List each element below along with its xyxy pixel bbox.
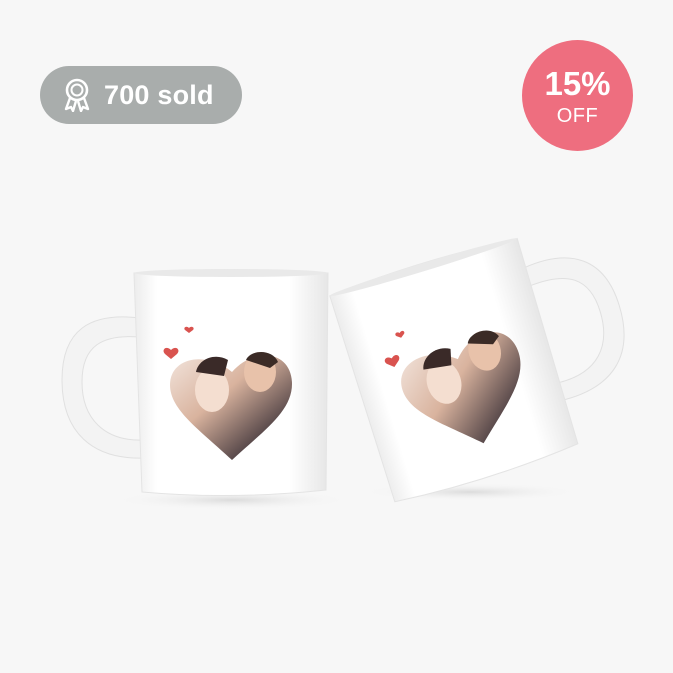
left-mug — [61, 269, 329, 497]
product-image — [61, 237, 625, 510]
right-mug — [329, 237, 625, 503]
